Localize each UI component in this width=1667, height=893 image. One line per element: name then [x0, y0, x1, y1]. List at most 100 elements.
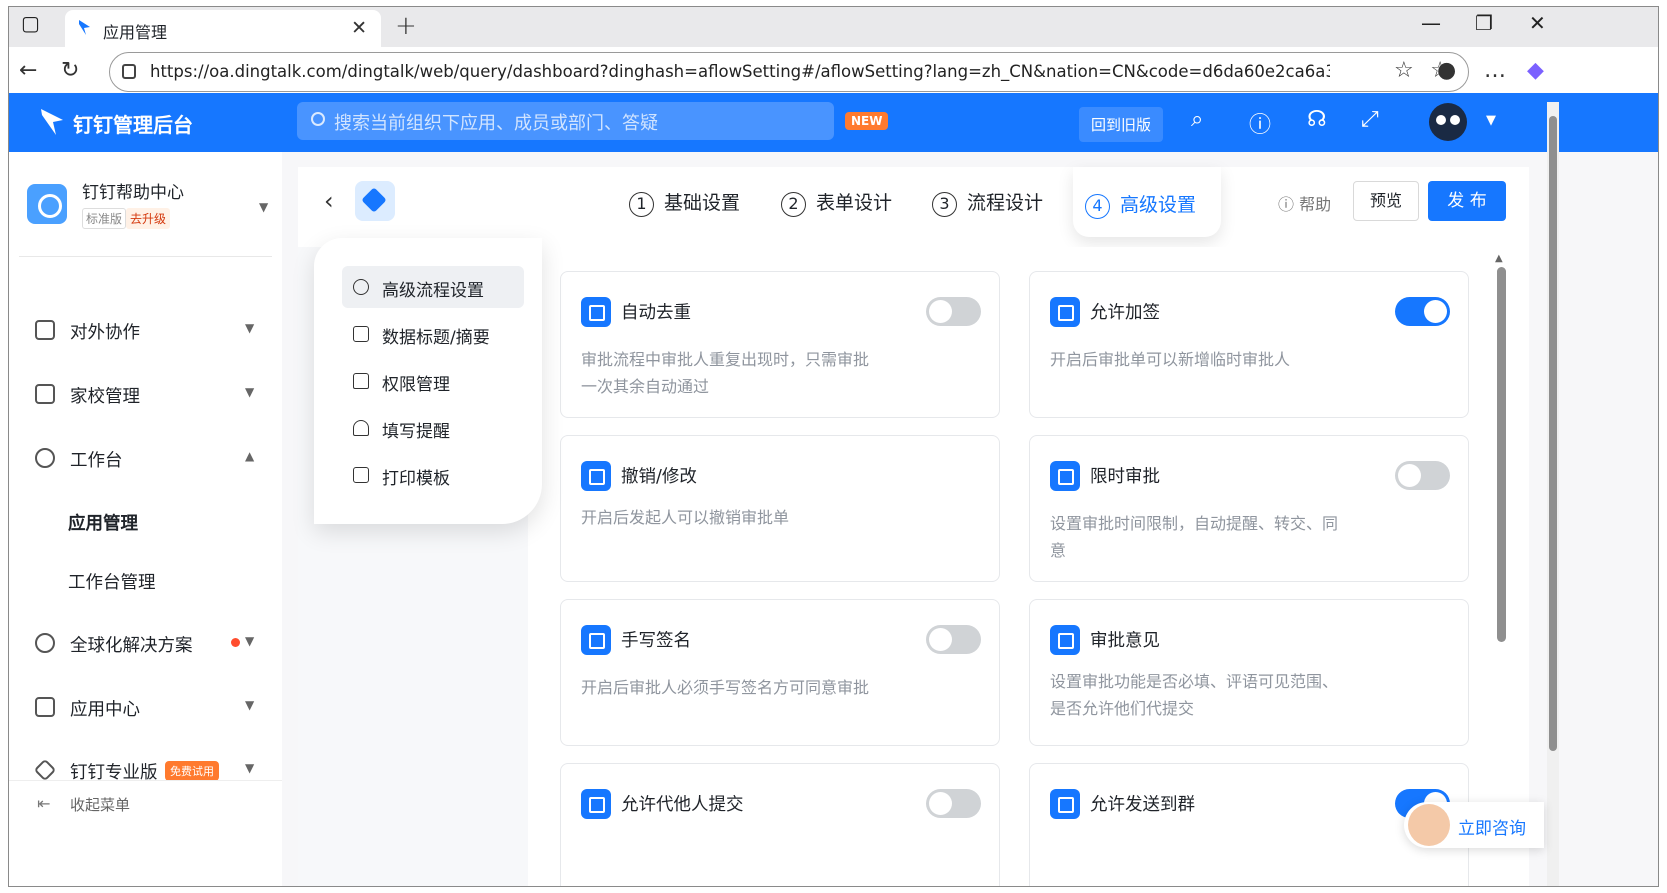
help-label: 帮助: [1299, 195, 1332, 214]
chevron-down-icon: ▼: [245, 385, 255, 399]
step-process-design[interactable]: 3 流程设计: [932, 188, 1043, 217]
setting-title: 手写签名: [621, 631, 691, 651]
school-icon: [35, 384, 55, 404]
sidebar-subitem-workbench-management[interactable]: 工作台管理: [68, 569, 156, 594]
step-label: 高级设置: [1120, 194, 1197, 216]
search-placeholder: 搜索当前组织下应用、成员或部门、答疑: [334, 113, 658, 134]
sidebar-item-label: 工作台: [70, 451, 123, 471]
back-icon[interactable]: ←: [19, 58, 37, 83]
copilot-icon[interactable]: ◆: [1527, 58, 1544, 83]
sidebar-item-app-center[interactable]: 应用中心 ▼: [9, 688, 282, 728]
preview-button[interactable]: 预览: [1353, 181, 1419, 221]
bell-icon: [353, 420, 369, 436]
sidebar-item-label: 对外协作: [70, 323, 140, 343]
account-caret-icon[interactable]: ▼: [1486, 113, 1496, 128]
lock-icon: [122, 64, 136, 79]
scroll-up-icon[interactable]: ▲: [1495, 253, 1503, 264]
global-search-input[interactable]: 搜索当前组织下应用、成员或部门、答疑: [297, 102, 834, 140]
cube-icon: [1050, 789, 1080, 819]
content-scrollbar[interactable]: [1497, 267, 1506, 642]
menu-item-print-template[interactable]: 打印模板: [342, 454, 524, 496]
toggle-switch[interactable]: [1395, 461, 1450, 490]
cube-icon: [1050, 461, 1080, 491]
close-tab-icon[interactable]: ✕: [351, 17, 367, 39]
profile-icon[interactable]: ●: [1437, 58, 1456, 83]
close-window-icon[interactable]: ✕: [1529, 11, 1546, 35]
sidebar-item-globalization[interactable]: 全球化解决方案 ▼: [9, 624, 282, 664]
setting-card-send-to-group: 允许发送到群: [1029, 763, 1469, 886]
collaboration-icon: [35, 320, 55, 340]
back-arrow-icon[interactable]: ‹: [324, 187, 334, 215]
toggle-switch[interactable]: [926, 789, 981, 818]
new-tab-icon[interactable]: +: [395, 11, 417, 41]
cube-icon: [1050, 625, 1080, 655]
toggle-switch[interactable]: [1395, 297, 1450, 326]
sidebar-item-external-collab[interactable]: 对外协作 ▼: [9, 311, 282, 351]
upgrade-link[interactable]: 去升级: [126, 208, 171, 229]
sidebar-subitem-app-management[interactable]: 应用管理: [68, 510, 138, 535]
chevron-down-icon: ▼: [245, 634, 255, 648]
toggle-switch[interactable]: [926, 297, 981, 326]
more-icon[interactable]: …: [1484, 58, 1506, 83]
menu-item-fill-reminder[interactable]: 填写提醒: [342, 407, 524, 449]
cube-icon: [581, 625, 611, 655]
chevron-down-icon: ▼: [245, 761, 255, 775]
url-bar[interactable]: https://oa.dingtalk.com/dingtalk/web/que…: [109, 52, 1469, 92]
url-text[interactable]: https://oa.dingtalk.com/dingtalk/web/que…: [150, 62, 1330, 81]
app-search-icon[interactable]: ⌕: [1191, 107, 1203, 132]
step-basic-settings[interactable]: 1 基础设置: [629, 188, 740, 217]
step-number: 3: [932, 192, 957, 217]
apps-icon: [35, 697, 55, 717]
fullscreen-icon[interactable]: ⤢: [1361, 107, 1379, 132]
restore-icon[interactable]: ❐: [1475, 11, 1493, 35]
page-scrollbar-thumb[interactable]: [1549, 116, 1557, 751]
chevron-up-icon: ▲: [245, 449, 255, 463]
page-scrollbar[interactable]: [1547, 102, 1559, 886]
collapse-menu-button[interactable]: ⇤ 收起菜单: [9, 780, 282, 828]
step-number: 1: [629, 192, 654, 217]
divider: [19, 256, 272, 257]
sidebar-item-workbench[interactable]: 工作台 ▲: [9, 439, 282, 479]
logo-text: 钉钉管理后台: [73, 113, 193, 137]
publish-button[interactable]: 发 布: [1428, 181, 1506, 221]
step-number: 4: [1085, 194, 1110, 219]
menu-item-label: 权限管理: [382, 375, 450, 395]
advanced-settings-menu: 高级流程设置 数据标题/摘要 权限管理 填写提醒 打印模板: [314, 238, 542, 524]
setting-desc: 设置审批时间限制，自动提醒、转交、同意: [1050, 514, 1339, 560]
org-switch-caret-icon[interactable]: ▼: [259, 200, 268, 214]
sidebar: 钉钉帮助中心 标准版 去升级 ▼ 对外协作 ▼ 家校管理 ▼ 工作台 ▲ 应用管…: [9, 152, 282, 886]
step-advanced-settings[interactable]: 4 高级设置: [1085, 190, 1196, 219]
consult-button[interactable]: 立即咨询: [1404, 802, 1544, 848]
tab-actions-icon[interactable]: ▢: [21, 11, 40, 35]
setting-card-auto-dedup: 自动去重 审批流程中审批人重复出现时，只需审批一次其余自动通过: [560, 271, 1000, 418]
sidebar-item-school[interactable]: 家校管理 ▼: [9, 375, 282, 415]
minimize-icon[interactable]: —: [1421, 11, 1441, 35]
customer-service-icon[interactable]: ☊: [1307, 107, 1327, 132]
chevron-down-icon: ▼: [245, 321, 255, 335]
avatar[interactable]: [1429, 103, 1467, 141]
back-to-old-version-button[interactable]: 回到旧版: [1079, 107, 1164, 142]
menu-item-advanced-process[interactable]: 高级流程设置: [342, 266, 524, 308]
step-label: 表单设计: [816, 192, 893, 214]
setting-title: 限时审批: [1090, 467, 1160, 487]
sidebar-item-label: 家校管理: [70, 387, 140, 407]
org-name[interactable]: 钉钉帮助中心: [82, 178, 184, 203]
dingtalk-logo-icon: [41, 109, 63, 135]
menu-item-permissions[interactable]: 权限管理: [342, 360, 524, 402]
help-icon[interactable]: ⓘ: [1249, 107, 1271, 139]
setting-card-revoke-modify[interactable]: 撤销/修改 开启后发起人可以撤销审批单: [560, 435, 1000, 582]
setting-desc: 开启后审批单可以新增临时审批人: [1050, 350, 1291, 369]
step-bar: ‹ 1 基础设置 2 表单设计 3 流程设计 4 高级设置 ⓘ 帮助 预览 发 布: [298, 167, 1529, 247]
step-number: 2: [781, 192, 806, 217]
setting-card-approval-comments[interactable]: 审批意见 设置审批功能是否必填、评语可见范围、是否允许他们代提交: [1029, 599, 1469, 746]
app-header: 钉钉管理后台 搜索当前组织下应用、成员或部门、答疑 NEW 回到旧版 ⌕ ⓘ ☊…: [9, 93, 1658, 152]
step-form-design[interactable]: 2 表单设计: [781, 188, 892, 217]
menu-item-data-title[interactable]: 数据标题/摘要: [342, 313, 524, 355]
help-link[interactable]: ⓘ 帮助: [1278, 191, 1331, 215]
reload-icon[interactable]: ↻: [61, 58, 79, 83]
menu-item-label: 数据标题/摘要: [382, 328, 490, 348]
setting-card-submit-for-others: 允许代他人提交: [560, 763, 1000, 886]
browser-tab[interactable]: 应用管理 ✕: [65, 10, 381, 47]
toggle-switch[interactable]: [926, 625, 981, 654]
favorites-icon[interactable]: ☆: [1394, 58, 1414, 83]
